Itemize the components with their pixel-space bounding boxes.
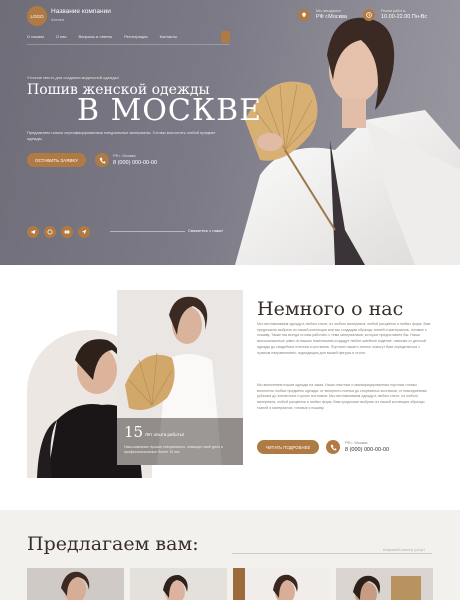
years-title: Лет опыта работы! <box>145 432 185 437</box>
offer-cards <box>27 568 433 600</box>
about-phone-label: РФ г. Москва <box>345 441 368 445</box>
nav-item-contacts[interactable]: Контакты <box>160 33 177 41</box>
city-value: РФ г.Москва <box>316 14 347 20</box>
nav-item-faq[interactable]: Вопросы и ответы <box>79 33 113 41</box>
offer-card-image[interactable] <box>130 568 227 600</box>
nav-item-register[interactable]: Регистрация <box>124 33 147 41</box>
nav-item-about[interactable]: О нас <box>56 33 67 41</box>
offers-title: Предлагаем вам: <box>27 533 199 555</box>
send-icon[interactable] <box>78 226 90 238</box>
about-phone-number[interactable]: 8 (000) 000-00-00 <box>345 447 389 453</box>
topbar: LOGO Название компании Ателье Мы находим… <box>0 0 460 30</box>
hero-model-photo <box>235 17 460 265</box>
company-slogan: Ателье <box>51 17 65 22</box>
main-nav: О нашем О нас Вопросы и ответы Регистрац… <box>27 33 177 41</box>
logo[interactable]: LOGO <box>27 6 47 26</box>
years-description: Наш компания лучшие специалисты, знающие… <box>124 445 224 454</box>
phone-icon[interactable] <box>326 440 340 454</box>
hours-value: 10.00-22.00 Пн-Вс <box>381 14 428 20</box>
offers-link[interactable]: Широкий спектр услуг! <box>383 547 425 552</box>
nav-divider <box>27 44 230 45</box>
about-paragraph-1: Мы изготавливаем одежду в любом стиле, и… <box>257 322 431 355</box>
whatsapp-icon[interactable] <box>44 226 56 238</box>
hero-description: Предлагаем только сертифицированные нату… <box>27 130 216 141</box>
hero-phone-number[interactable]: 8 (000) 000-00-00 <box>113 160 157 166</box>
leave-request-button[interactable]: ОСТАВИТЬ ЗАЯВКУ <box>27 153 86 167</box>
company-name: Название компании <box>51 8 111 15</box>
nav-item-home[interactable]: О нашем <box>27 33 44 41</box>
contact-us-link[interactable]: Свяжитесь с нами! <box>188 228 223 233</box>
menu-toggle-button[interactable] <box>221 31 230 43</box>
city-label: Мы находимся <box>316 9 341 13</box>
phone-icon[interactable] <box>95 153 109 167</box>
hero-section: LOGO Название компании Ателье Мы находим… <box>0 0 460 265</box>
location-icon <box>298 9 310 21</box>
youtube-icon[interactable] <box>61 226 73 238</box>
offer-card-image[interactable] <box>233 568 330 600</box>
offers-divider <box>232 553 432 554</box>
telegram-icon[interactable] <box>27 226 39 238</box>
offer-card-image[interactable] <box>336 568 433 600</box>
about-paragraph-2: Мы выполняем пошив одежды на заказ. Наши… <box>257 383 428 410</box>
about-title: Немного о нас <box>257 298 404 320</box>
read-more-button[interactable]: ЧИТАТЬ ПОДРОБНЕЕ <box>257 440 319 454</box>
clock-icon <box>363 9 375 21</box>
hero-pre-title: Уточное место для создания модельной оде… <box>27 75 119 80</box>
offer-card-image[interactable] <box>27 568 124 600</box>
hero-title-city: В МОСКВЕ <box>77 93 263 128</box>
contact-divider <box>110 231 185 232</box>
social-links <box>27 226 90 238</box>
hero-phone-label: РФ г. Москва <box>113 154 136 158</box>
hours-label: Режим работы <box>381 9 406 13</box>
years-number: 15 <box>124 423 144 441</box>
